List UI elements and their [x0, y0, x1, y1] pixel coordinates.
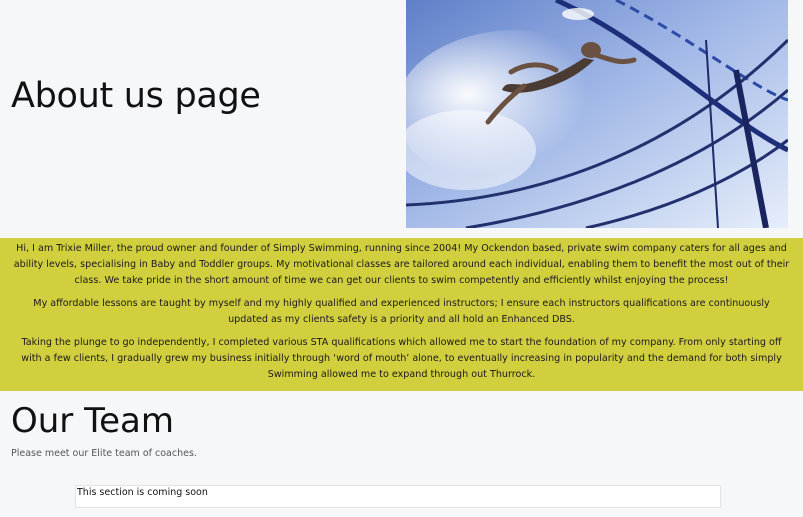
coming-soon-box: This section is coming soon [75, 485, 721, 508]
swimmer-in-pool-photo [406, 0, 788, 228]
team-subtitle: Please meet our Elite team of coaches. [11, 448, 197, 459]
about-section: Hi, I am Trixie Miller, the proud owner … [0, 238, 803, 391]
about-paragraph-lessons: My affordable lessons are taught by myse… [33, 298, 770, 325]
swimmer-photo [406, 0, 788, 228]
hero-section: About us page [0, 0, 803, 238]
team-heading: Our Team [11, 401, 174, 441]
about-paragraph-intro: Hi, I am Trixie Miller, the proud owner … [13, 243, 790, 286]
about-paragraph-history: Taking the plunge to go independently, I… [21, 337, 782, 380]
page-title: About us page [11, 76, 261, 116]
